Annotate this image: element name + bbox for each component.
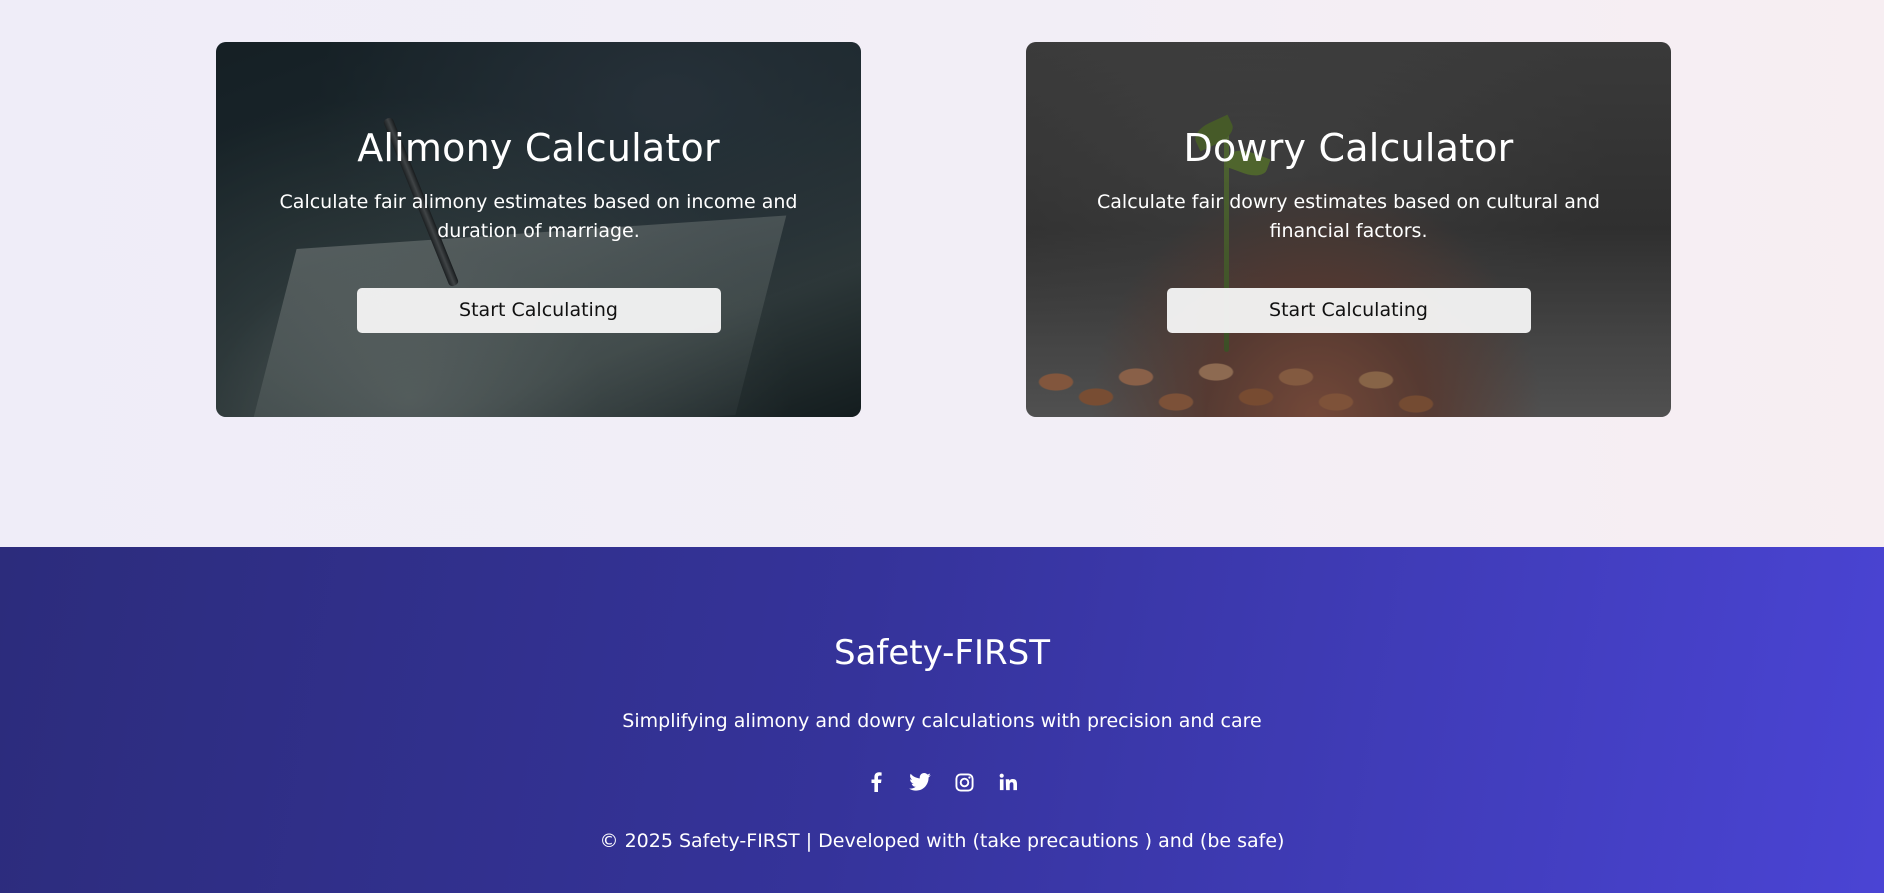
alimony-start-button[interactable]: Start Calculating <box>356 288 721 333</box>
dowry-card-title: Dowry Calculator <box>1183 126 1514 170</box>
dowry-card: Dowry Calculator Calculate fair dowry es… <box>1026 42 1671 417</box>
twitter-link[interactable] <box>907 769 933 795</box>
instagram-icon <box>954 772 974 792</box>
footer-brand: Safety-FIRST <box>834 633 1050 673</box>
alimony-card-description: Calculate fair alimony estimates based o… <box>279 191 798 242</box>
social-links <box>0 769 1884 795</box>
footer-tagline: Simplifying alimony and dowry calculatio… <box>622 710 1262 732</box>
dowry-card-description: Calculate fair dowry estimates based on … <box>1097 191 1600 242</box>
calculator-cards: Alimony Calculator Calculate fair alimon… <box>0 42 1884 417</box>
alimony-card: Alimony Calculator Calculate fair alimon… <box>216 42 861 417</box>
site-footer: Safety-FIRST Simplifying alimony and dow… <box>0 547 1884 893</box>
facebook-icon <box>871 772 882 792</box>
dowry-start-button[interactable]: Start Calculating <box>1166 288 1531 333</box>
alimony-card-title: Alimony Calculator <box>357 126 720 170</box>
facebook-link[interactable] <box>863 769 889 795</box>
instagram-link[interactable] <box>951 769 977 795</box>
linkedin-link[interactable] <box>995 769 1021 795</box>
twitter-icon <box>909 773 931 791</box>
footer-copyright: © 2025 Safety-FIRST | Developed with (ta… <box>599 830 1285 852</box>
linkedin-icon <box>999 773 1017 791</box>
